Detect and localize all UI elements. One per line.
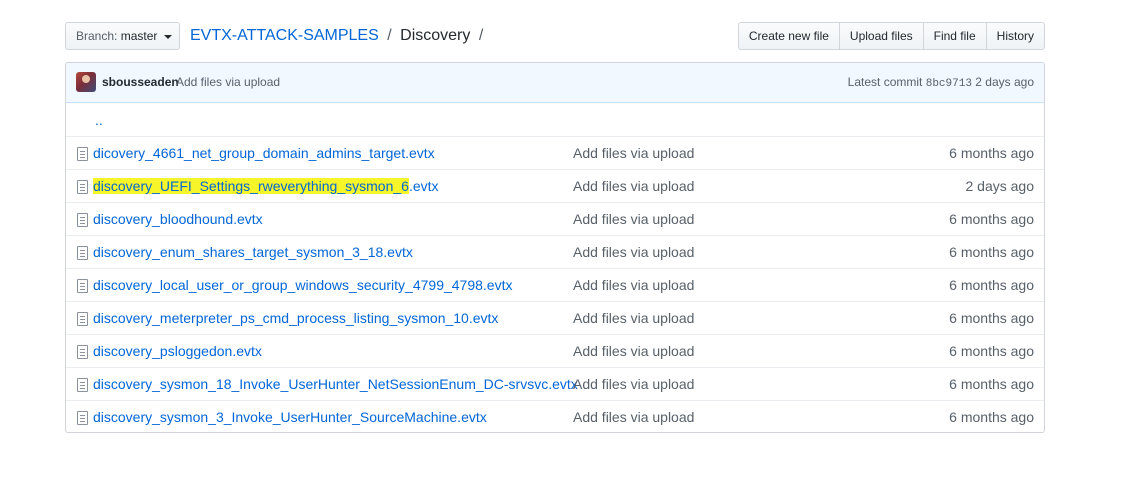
file-age: 6 months ago	[949, 244, 1034, 260]
file-name-link[interactable]: discovery_sysmon_18_Invoke_UserHunter_Ne…	[93, 376, 578, 392]
table-row: discovery_UEFI_Settings_rweverything_sys…	[66, 169, 1044, 202]
latest-commit-label: Latest commit	[847, 75, 923, 89]
branch-select-button[interactable]: Branch: master	[65, 22, 180, 50]
file-commit-message-link[interactable]: Add files via upload	[573, 211, 694, 227]
file-age: 2 days ago	[965, 178, 1035, 194]
file-name-link[interactable]: dicovery_4661_net_group_domain_admins_ta…	[93, 145, 435, 161]
history-button[interactable]: History	[986, 22, 1045, 50]
file-commit-message-link[interactable]: Add files via upload	[573, 145, 694, 161]
commit-author-link[interactable]: sbousseaden	[102, 75, 179, 89]
file-icon	[77, 180, 88, 194]
table-row: discovery_local_user_or_group_windows_se…	[66, 268, 1044, 301]
file-icon	[77, 279, 88, 293]
file-name-link[interactable]: discovery_local_user_or_group_windows_se…	[93, 277, 512, 293]
file-age: 6 months ago	[949, 343, 1034, 359]
commit-sha-link[interactable]: 8bc9713	[926, 78, 972, 90]
table-row: discovery_psloggedon.evtx Add files via …	[66, 334, 1044, 367]
file-navigation: Branch: master EVTX-ATTACK-SAMPLES / Dis…	[65, 22, 1045, 50]
file-age: 6 months ago	[949, 376, 1034, 392]
file-name-link[interactable]: discovery_meterpreter_ps_cmd_process_lis…	[93, 310, 498, 326]
upload-files-button[interactable]: Upload files	[839, 22, 924, 50]
file-actions: Create new file Upload files Find file H…	[737, 22, 1045, 50]
table-row: discovery_sysmon_3_Invoke_UserHunter_Sou…	[66, 400, 1044, 432]
branch-label: Branch:	[76, 29, 118, 43]
file-name-link[interactable]: discovery_enum_shares_target_sysmon_3_18…	[93, 244, 413, 260]
table-row: discovery_meterpreter_ps_cmd_process_lis…	[66, 301, 1044, 334]
breadcrumb-trailing-separator: /	[478, 27, 484, 44]
file-commit-message-link[interactable]: Add files via upload	[573, 376, 694, 392]
file-icon	[77, 411, 88, 425]
file-commit-message-link[interactable]: Add files via upload	[573, 178, 694, 194]
file-icon	[77, 246, 88, 260]
table-row: discovery_sysmon_18_Invoke_UserHunter_Ne…	[66, 367, 1044, 400]
breadcrumb-separator: /	[387, 27, 392, 44]
file-name-link[interactable]: discovery_sysmon_3_Invoke_UserHunter_Sou…	[93, 409, 487, 425]
file-commit-message-link[interactable]: Add files via upload	[573, 310, 694, 326]
file-name-link[interactable]: discovery_psloggedon.evtx	[93, 343, 262, 359]
latest-commit-bar: sbousseaden Add files via upload Latest …	[66, 63, 1044, 103]
file-commit-message-link[interactable]: Add files via upload	[573, 277, 694, 293]
breadcrumb: EVTX-ATTACK-SAMPLES / Discovery /	[190, 25, 487, 47]
file-age: 6 months ago	[949, 277, 1034, 293]
latest-commit-info: Latest commit 8bc9713 2 days ago	[848, 75, 1034, 90]
create-new-file-button[interactable]: Create new file	[737, 22, 840, 50]
table-row: discovery_enum_shares_target_sysmon_3_18…	[66, 235, 1044, 268]
table-row: dicovery_4661_net_group_domain_admins_ta…	[66, 136, 1044, 169]
file-list: sbousseaden Add files via upload Latest …	[65, 62, 1045, 433]
file-icon	[77, 312, 88, 326]
avatar[interactable]	[76, 72, 96, 92]
table-row: discovery_bloodhound.evtx Add files via …	[66, 202, 1044, 235]
file-age: 6 months ago	[949, 409, 1034, 425]
file-age: 6 months ago	[949, 145, 1034, 161]
find-file-button[interactable]: Find file	[923, 22, 987, 50]
file-commit-message-link[interactable]: Add files via upload	[573, 409, 694, 425]
file-icon	[77, 213, 88, 227]
caret-down-icon	[163, 34, 172, 39]
file-icon	[77, 147, 88, 161]
parent-directory-row: ..	[66, 103, 1044, 136]
file-age: 6 months ago	[949, 310, 1034, 326]
file-name-extension: .evtx	[408, 178, 439, 194]
commit-message-link[interactable]: Add files via upload	[176, 75, 280, 89]
breadcrumb-repo-link[interactable]: EVTX-ATTACK-SAMPLES	[190, 27, 379, 44]
file-age: 6 months ago	[949, 211, 1034, 227]
file-icon	[77, 345, 88, 359]
breadcrumb-current-folder: Discovery	[400, 27, 471, 44]
file-commit-message-link[interactable]: Add files via upload	[573, 244, 694, 260]
branch-name: master	[120, 29, 158, 43]
file-name-link[interactable]: discovery_UEFI_Settings_rweverything_sys…	[93, 178, 439, 194]
file-commit-message-link[interactable]: Add files via upload	[573, 343, 694, 359]
parent-directory-link[interactable]: ..	[95, 112, 103, 128]
latest-commit-age: 2 days ago	[975, 75, 1034, 89]
file-icon	[77, 378, 88, 392]
file-name-link[interactable]: discovery_bloodhound.evtx	[93, 211, 263, 227]
highlighted-text: discovery_UEFI_Settings_rweverything_sys…	[93, 178, 409, 194]
